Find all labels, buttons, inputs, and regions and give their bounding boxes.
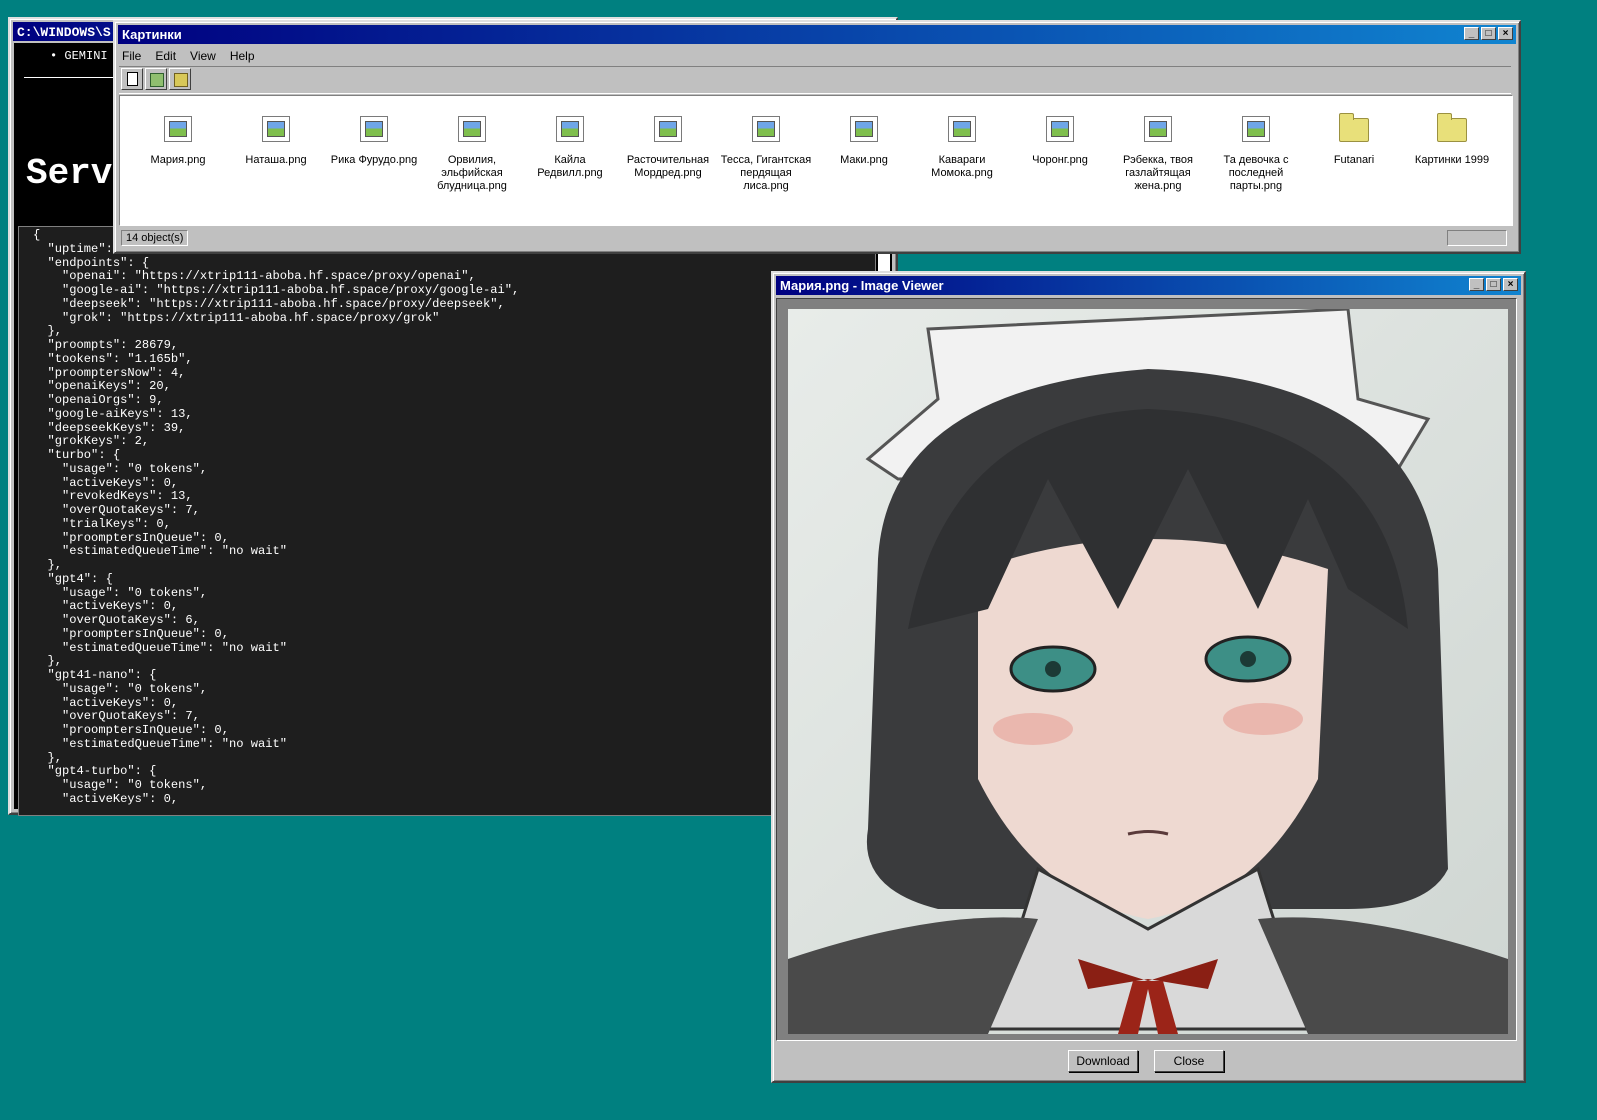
- image-file-icon: [1144, 116, 1172, 142]
- image-file-icon: [752, 116, 780, 142]
- image-file-icon: [556, 116, 584, 142]
- file-label: Маки.png: [840, 154, 888, 166]
- file-item[interactable]: Маки.png: [818, 116, 910, 167]
- tools-icon: [174, 73, 188, 87]
- download-button[interactable]: Download: [1068, 1050, 1138, 1072]
- new-file-button[interactable]: [121, 68, 143, 90]
- folder-label: Futanari: [1333, 154, 1375, 166]
- folder-icon: [1437, 113, 1467, 142]
- file-label: Та девочка с последней парты.png: [1223, 154, 1289, 192]
- file-label: Кайла Редвилл.png: [537, 154, 603, 179]
- close-button[interactable]: ×: [1498, 27, 1513, 40]
- file-item[interactable]: Кавараги Момока.png: [916, 116, 1008, 180]
- console-divider: [24, 77, 120, 78]
- file-label: Рика Фурудо.png: [330, 154, 418, 166]
- folder-label: Картинки 1999: [1414, 154, 1490, 166]
- close-viewer-button[interactable]: Close: [1154, 1050, 1224, 1072]
- status-text: 14 object(s): [121, 230, 189, 246]
- menu-help[interactable]: Help: [230, 49, 255, 63]
- file-label: Наташа.png: [245, 154, 307, 166]
- file-pane[interactable]: Мария.png Наташа.png Рика Фурудо.png Орв…: [119, 95, 1513, 226]
- folder-icon: [1339, 113, 1369, 142]
- menu-bar: File Edit View Help: [122, 47, 269, 65]
- image-frame: [776, 298, 1517, 1041]
- image-file-icon: [948, 116, 976, 142]
- file-item[interactable]: Та девочка с последней парты.png: [1210, 116, 1302, 193]
- console-nav-item[interactable]: • GEMINI: [50, 49, 108, 63]
- file-label: Расточительная Мордред.png: [626, 154, 710, 179]
- json-text: { "uptime": 273824, "endpoints": { "open…: [33, 228, 520, 806]
- json-output: { "uptime": 273824, "endpoints": { "open…: [18, 226, 876, 816]
- image-file-icon: [262, 116, 290, 142]
- image-file-icon: [1242, 116, 1270, 142]
- image-viewer-window[interactable]: Мария.png - Image Viewer _ □ × Download …: [771, 271, 1526, 1083]
- file-item[interactable]: Наташа.png: [230, 116, 322, 167]
- file-item[interactable]: Чоронг.png: [1014, 116, 1106, 167]
- folder-item[interactable]: Futanari: [1308, 113, 1400, 167]
- file-label: Тесса, Гигантская пердящая лиса.png: [720, 154, 812, 192]
- image-file-icon: [458, 116, 486, 142]
- anime-portrait-image: [788, 309, 1508, 1034]
- viewer-title: Мария.png - Image Viewer: [780, 278, 944, 293]
- file-item[interactable]: Рэбекка, твоя газлайтящая жена.png: [1112, 116, 1204, 193]
- folder-item[interactable]: Картинки 1999: [1406, 113, 1498, 167]
- image-file-icon: [360, 116, 388, 142]
- explorer-titlebar[interactable]: Картинки _ □ ×: [118, 25, 1516, 44]
- image-file-icon: [164, 116, 192, 142]
- status-bar: 14 object(s): [119, 229, 1511, 246]
- menu-file[interactable]: File: [122, 49, 141, 63]
- maximize-button[interactable]: □: [1486, 278, 1501, 291]
- file-label: Орвилия, эльфийская блудница.png: [437, 154, 507, 192]
- image-file-icon: [1046, 116, 1074, 142]
- recycle-icon: [150, 73, 164, 87]
- image-file-icon: [654, 116, 682, 142]
- minimize-button[interactable]: _: [1469, 278, 1484, 291]
- file-item[interactable]: Рика Фурудо.png: [328, 116, 420, 167]
- close-button[interactable]: ×: [1503, 278, 1518, 291]
- file-item[interactable]: Расточительная Мордред.png: [622, 116, 714, 180]
- image-file-icon: [850, 116, 878, 142]
- minimize-button[interactable]: _: [1464, 27, 1479, 40]
- status-panel: [1447, 230, 1507, 246]
- viewer-titlebar[interactable]: Мария.png - Image Viewer _ □ ×: [776, 276, 1521, 295]
- console-heading: Serv: [26, 153, 113, 194]
- file-item[interactable]: Орвилия, эльфийская блудница.png: [426, 116, 518, 193]
- file-label: Кавараги Момока.png: [931, 154, 993, 179]
- settings-button[interactable]: [169, 68, 191, 90]
- file-item[interactable]: Тесса, Гигантская пердящая лиса.png: [720, 116, 812, 193]
- file-label: Чоронг.png: [1032, 154, 1088, 166]
- menu-edit[interactable]: Edit: [155, 49, 176, 63]
- file-label: Рэбекка, твоя газлайтящая жена.png: [1123, 154, 1193, 192]
- file-label: Мария.png: [150, 154, 206, 166]
- maximize-button[interactable]: □: [1481, 27, 1496, 40]
- menu-view[interactable]: View: [190, 49, 216, 63]
- file-item[interactable]: Кайла Редвилл.png: [524, 116, 616, 180]
- explorer-title: Картинки: [122, 27, 182, 42]
- toolbar: [119, 66, 1511, 94]
- file-item[interactable]: Мария.png: [132, 116, 224, 167]
- explorer-window[interactable]: Картинки _ □ × File Edit View Help Мария.pn…: [113, 20, 1521, 254]
- console-title: C:\WINDOWS\S: [17, 25, 111, 40]
- page-icon: [127, 72, 138, 86]
- recycle-button[interactable]: [145, 68, 167, 90]
